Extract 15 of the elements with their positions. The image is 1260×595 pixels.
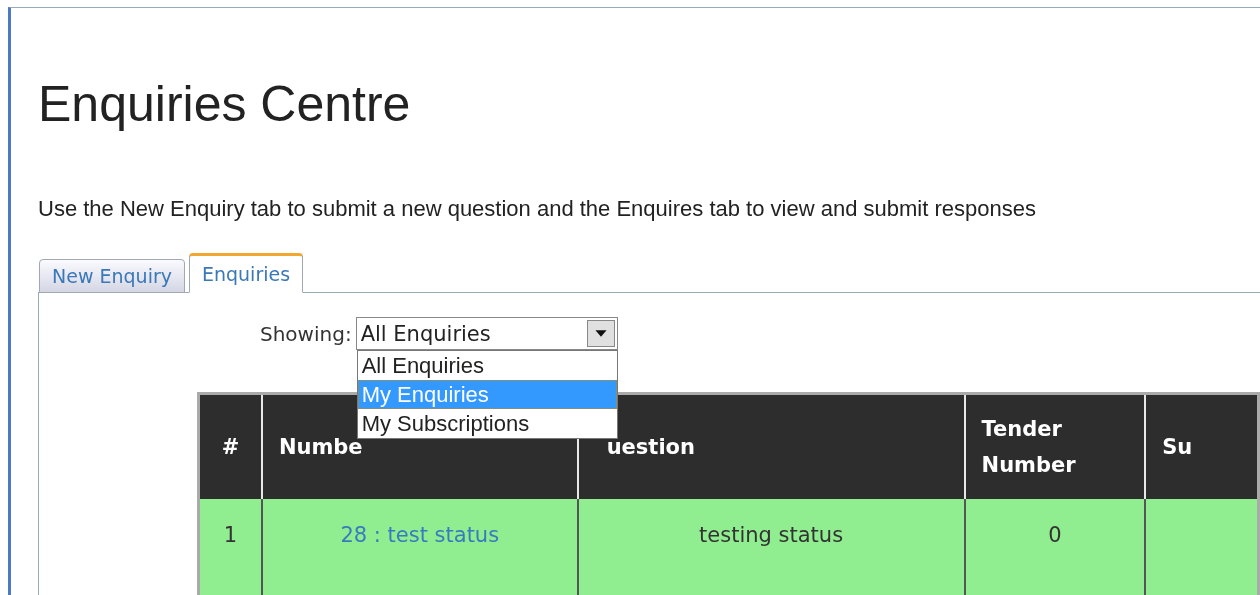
column-header: uestion [577, 393, 965, 499]
filter-label: Showing: [260, 321, 352, 346]
dropdown-option[interactable]: My Enquiries [357, 380, 617, 409]
index-cell: 1 [198, 498, 262, 595]
tab[interactable]: New Enquiry [39, 259, 185, 293]
intro-text: Use the New Enquiry tab to submit a new question and the Enquires tab to view and submit responses [38, 196, 1037, 222]
question-cell: testing status [577, 498, 965, 595]
enquiry-link[interactable]: 28 : test status [340, 522, 500, 547]
page-title: Enquiries Centre [38, 75, 412, 134]
filter-select[interactable]: All Enquiries [355, 317, 618, 350]
tab[interactable]: Enquiries [188, 253, 304, 293]
tender-number-cell: 0 [964, 498, 1146, 595]
column-header: Tender Number [964, 393, 1146, 499]
column-header: # [198, 393, 262, 499]
column-header: Su [1145, 393, 1259, 499]
